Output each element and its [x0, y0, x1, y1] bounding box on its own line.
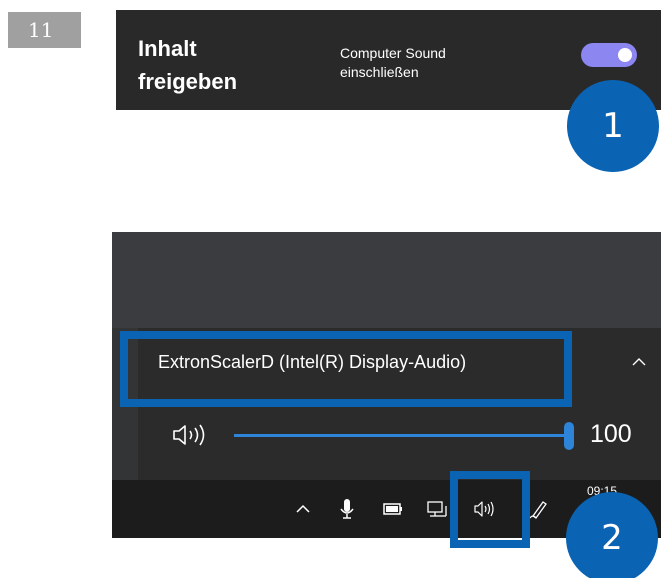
volume-value: 100 — [590, 420, 632, 448]
tutorial-page: 11 Inhalt freigeben Computer Sound einsc… — [0, 0, 661, 578]
share-title: Inhalt freigeben — [138, 32, 278, 98]
share-title-line2: freigeben — [138, 69, 238, 94]
marker-2: 2 — [566, 492, 658, 578]
computer-sound-toggle[interactable] — [581, 43, 637, 67]
chevron-up-icon[interactable] — [631, 354, 647, 370]
step-number: 11 — [8, 12, 81, 48]
volume-slider-track[interactable] — [234, 434, 570, 437]
sound-label-line1: Computer Sound — [340, 45, 446, 61]
device-highlight-frame — [120, 331, 572, 407]
marker-1: 1 — [567, 80, 659, 172]
chevron-up-icon[interactable] — [288, 494, 318, 524]
speaker-icon[interactable] — [170, 421, 210, 449]
sound-label-line2: einschließen — [340, 64, 419, 80]
share-title-line1: Inhalt — [138, 36, 197, 61]
speaker-highlight-frame — [450, 471, 530, 548]
toggle-knob — [618, 48, 632, 62]
network-icon[interactable] — [422, 494, 452, 524]
microphone-icon[interactable] — [332, 494, 362, 524]
battery-icon[interactable] — [378, 494, 408, 524]
computer-sound-label: Computer Sound einschließen — [340, 44, 510, 82]
volume-slider-thumb[interactable] — [564, 422, 574, 450]
